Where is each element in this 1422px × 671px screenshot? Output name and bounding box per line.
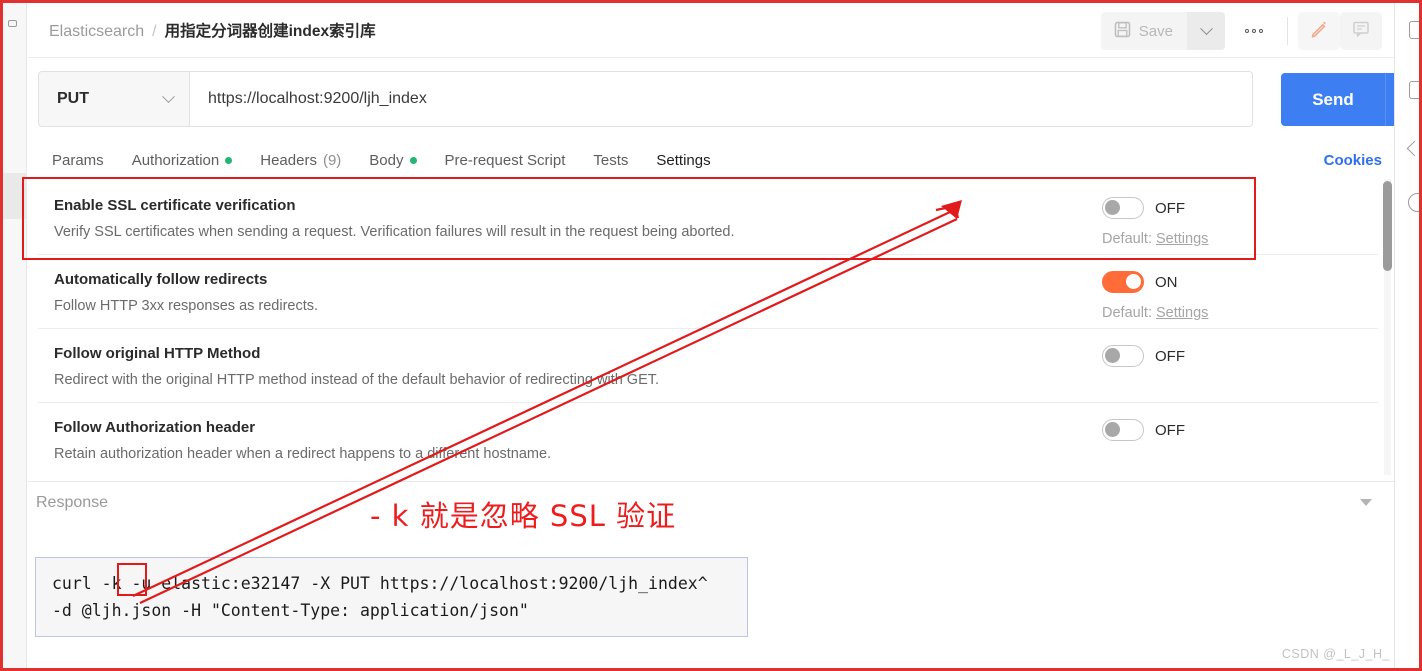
tab-settings[interactable]: Settings — [642, 152, 724, 179]
chevron-down-icon — [162, 89, 175, 103]
tab-headers[interactable]: Headers (9) — [246, 152, 355, 179]
pencil-icon — [1309, 18, 1330, 44]
floppy-disk-icon — [1114, 21, 1131, 42]
request-url-input[interactable]: https://localhost:9200/ljh_index — [190, 71, 1253, 127]
tab-label: Settings — [656, 152, 711, 169]
default-settings-link[interactable]: Settings — [1156, 231, 1208, 247]
tab-params[interactable]: Params — [38, 152, 118, 179]
ellipsis-horizontal-icon — [1259, 29, 1263, 33]
watermark: CSDN @_L_J_H_ — [1281, 647, 1390, 661]
request-tabs: Params Authorization Headers (9) Body Pr… — [38, 141, 1394, 179]
save-options-button[interactable] — [1187, 12, 1225, 50]
setting-default-note: Default: Settings — [1102, 305, 1272, 321]
tab-pre-request-script[interactable]: Pre-request Script — [431, 152, 580, 179]
more-actions-button[interactable] — [1231, 12, 1277, 50]
settings-scrollbar-thumb[interactable] — [1383, 181, 1392, 271]
breadcrumb-current-request: 用指定分词器创建index索引库 — [164, 23, 376, 40]
curl-command-line-1: curl -k -u elastic:e32147 -X PUT https:/… — [52, 574, 708, 593]
response-section: Response — [28, 481, 1394, 527]
toggle-state-label: ON — [1155, 273, 1178, 291]
panel-icon[interactable] — [1409, 21, 1422, 39]
edit-request-button[interactable] — [1298, 12, 1340, 50]
header-divider — [1287, 17, 1288, 45]
follow-authorization-header-toggle[interactable] — [1102, 419, 1144, 441]
default-prefix: Default: — [1102, 231, 1156, 247]
ellipsis-horizontal-icon — [1245, 29, 1249, 33]
toggle-knob — [1105, 348, 1120, 363]
sidebar-collection-icon — [8, 20, 17, 27]
toggle-state-label: OFF — [1155, 347, 1185, 365]
tab-label: Authorization — [131, 152, 220, 169]
setting-row-authorization-header: Follow Authorization header Retain autho… — [38, 403, 1378, 476]
toggle-state-label: OFF — [1155, 421, 1185, 439]
app-window: Elasticsearch / 用指定分词器创建index索引库 Save PU… — [0, 0, 1422, 671]
comments-button[interactable] — [1340, 12, 1382, 50]
setting-default-note: Default: Settings — [1102, 231, 1272, 247]
right-sidebar-rail — [1394, 3, 1422, 668]
chevron-left-icon[interactable] — [1406, 140, 1422, 157]
save-button[interactable]: Save — [1100, 12, 1187, 50]
cookies-link[interactable]: Cookies — [1324, 152, 1382, 169]
http-method-value: PUT — [57, 90, 89, 107]
header-actions: Save — [1100, 12, 1382, 50]
setting-row-original-http-method: Follow original HTTP Method Redirect wit… — [38, 329, 1378, 403]
default-settings-link[interactable]: Settings — [1156, 305, 1208, 321]
sidebar-selected-item[interactable] — [3, 173, 27, 219]
toggle-knob — [1105, 200, 1120, 215]
request-url-bar: PUT https://localhost:9200/ljh_index — [38, 71, 1253, 127]
chevron-down-icon — [1199, 21, 1213, 35]
setting-control: OFF Default: Settings — [1102, 197, 1272, 247]
breadcrumb: Elasticsearch / 用指定分词器创建index索引库 — [49, 19, 376, 41]
tab-tests[interactable]: Tests — [579, 152, 642, 179]
setting-row-follow-redirects: Automatically follow redirects Follow HT… — [38, 255, 1378, 329]
toggle-state-label: OFF — [1155, 199, 1185, 217]
curl-command-block: curl -k -u elastic:e32147 -X PUT https:/… — [35, 557, 748, 638]
tab-label: Body — [369, 152, 404, 169]
tab-label: Headers — [260, 152, 317, 169]
tab-body[interactable]: Body — [355, 152, 430, 179]
follow-original-method-toggle[interactable] — [1102, 345, 1144, 367]
ssl-verification-toggle[interactable] — [1102, 197, 1144, 219]
setting-row-ssl-verification: Enable SSL certificate verification Veri… — [38, 181, 1378, 255]
setting-description: Redirect with the original HTTP method i… — [54, 372, 660, 388]
setting-description: Retain authorization header when a redir… — [54, 446, 552, 462]
setting-control: OFF — [1102, 345, 1272, 367]
tab-count-badge: (9) — [322, 152, 342, 169]
setting-control: ON Default: Settings — [1102, 271, 1272, 321]
toggle-knob — [1126, 274, 1141, 289]
status-dot-icon — [409, 157, 417, 164]
toggle-knob — [1105, 422, 1120, 437]
response-title: Response — [36, 494, 109, 511]
follow-redirects-toggle[interactable] — [1102, 271, 1144, 293]
chevron-down-icon[interactable] — [1360, 499, 1372, 506]
tab-authorization[interactable]: Authorization — [118, 152, 247, 179]
setting-control: OFF — [1102, 419, 1272, 441]
save-button-label: Save — [1138, 22, 1173, 40]
comment-icon — [1351, 19, 1371, 44]
tab-label: Pre-request Script — [444, 152, 566, 169]
curl-command-line-2: -d @ljh.json -H "Content-Type: applicati… — [52, 601, 529, 621]
left-sidebar-rail — [3, 3, 27, 668]
info-circle-icon[interactable] — [1408, 193, 1422, 212]
panel-header: Elasticsearch / 用指定分词器创建index索引库 Save — [28, 3, 1394, 58]
status-dot-icon — [225, 157, 233, 164]
default-prefix: Default: — [1102, 305, 1156, 321]
breadcrumb-separator: / — [152, 23, 157, 40]
ellipsis-horizontal-icon — [1252, 29, 1256, 33]
panel-icon[interactable] — [1409, 81, 1422, 99]
settings-list: Enable SSL certificate verification Veri… — [38, 181, 1394, 481]
tab-label: Params — [52, 152, 104, 169]
http-method-select[interactable]: PUT — [38, 71, 190, 127]
send-button[interactable]: Send — [1281, 73, 1385, 126]
breadcrumb-root[interactable]: Elasticsearch — [49, 23, 144, 41]
tab-label: Tests — [593, 152, 629, 169]
